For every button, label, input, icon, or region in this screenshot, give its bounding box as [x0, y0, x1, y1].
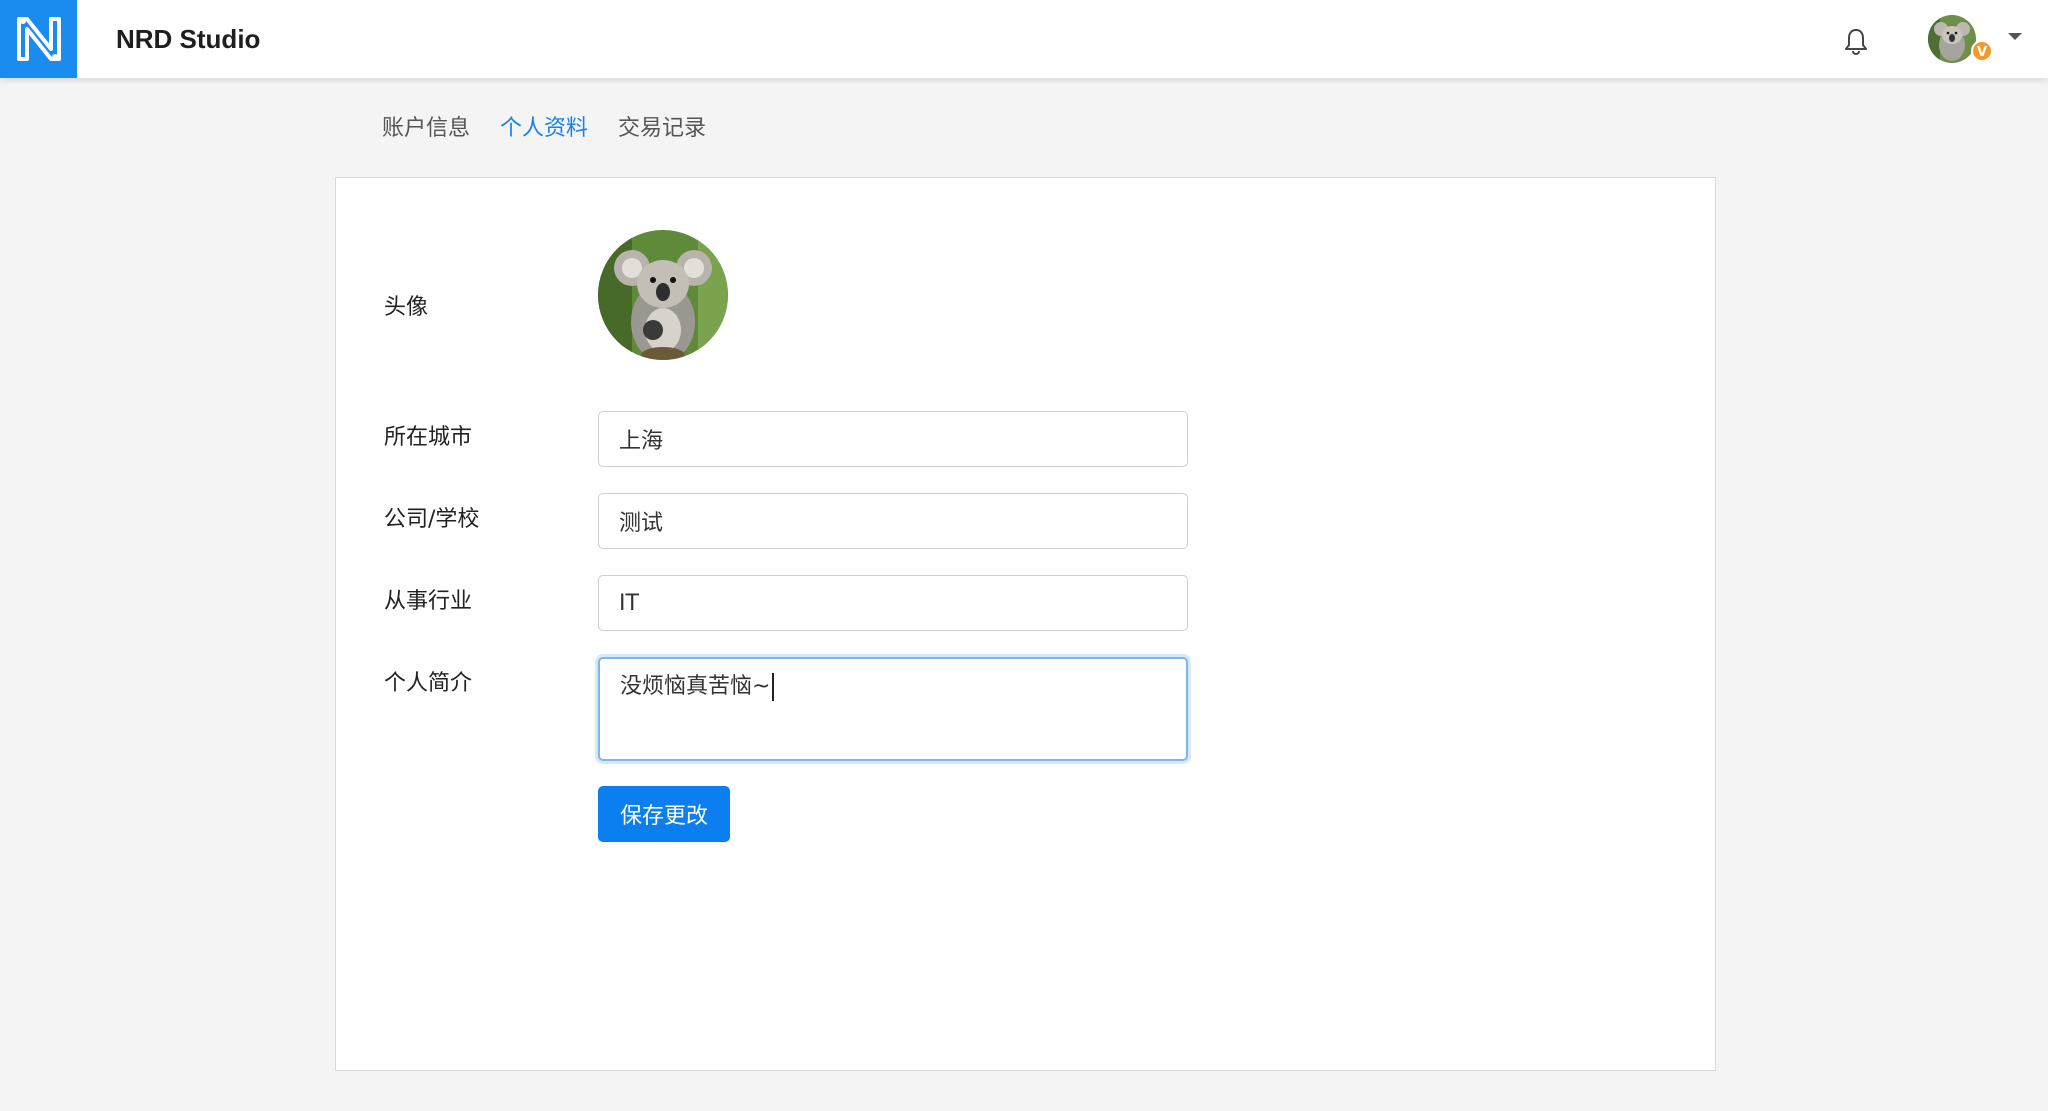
save-changes-button[interactable]: 保存更改 — [598, 786, 730, 842]
company-input[interactable] — [598, 493, 1188, 549]
logo[interactable] — [0, 0, 77, 78]
tab-profile[interactable]: 个人资料 — [500, 110, 588, 148]
notification-bell-icon[interactable] — [1841, 26, 1871, 56]
tab-transactions[interactable]: 交易记录 — [618, 110, 706, 148]
industry-input[interactable] — [598, 575, 1188, 631]
profile-card: 头像 所在城市 公司/学校 从事行业 个人简介 没烦恼真苦恼~ 保存更改 — [335, 177, 1716, 1071]
city-input[interactable] — [598, 411, 1188, 467]
user-avatar[interactable] — [1928, 15, 1976, 63]
text-cursor — [772, 673, 775, 701]
bio-label: 个人简介 — [384, 671, 473, 696]
koala-photo-icon — [598, 230, 728, 360]
brand-name: NRD Studio — [116, 24, 261, 54]
vip-badge: V — [1971, 40, 1993, 62]
profile-avatar[interactable] — [598, 230, 728, 360]
avatar-label: 头像 — [384, 295, 429, 320]
tab-account-info[interactable]: 账户信息 — [382, 110, 470, 148]
chevron-down-icon[interactable] — [2008, 33, 2022, 40]
profile-tabs: 账户信息 个人资料 交易记录 — [382, 110, 706, 148]
city-label: 所在城市 — [384, 425, 473, 450]
bio-textarea[interactable]: 没烦恼真苦恼~ — [598, 657, 1188, 761]
logo-n-icon — [16, 17, 61, 61]
koala-avatar-icon — [1928, 15, 1976, 63]
company-label: 公司/学校 — [384, 507, 480, 532]
top-navbar: NRD Studio V — [0, 0, 2048, 78]
industry-label: 从事行业 — [384, 589, 473, 614]
bio-text: 没烦恼真苦恼~ — [620, 674, 771, 699]
